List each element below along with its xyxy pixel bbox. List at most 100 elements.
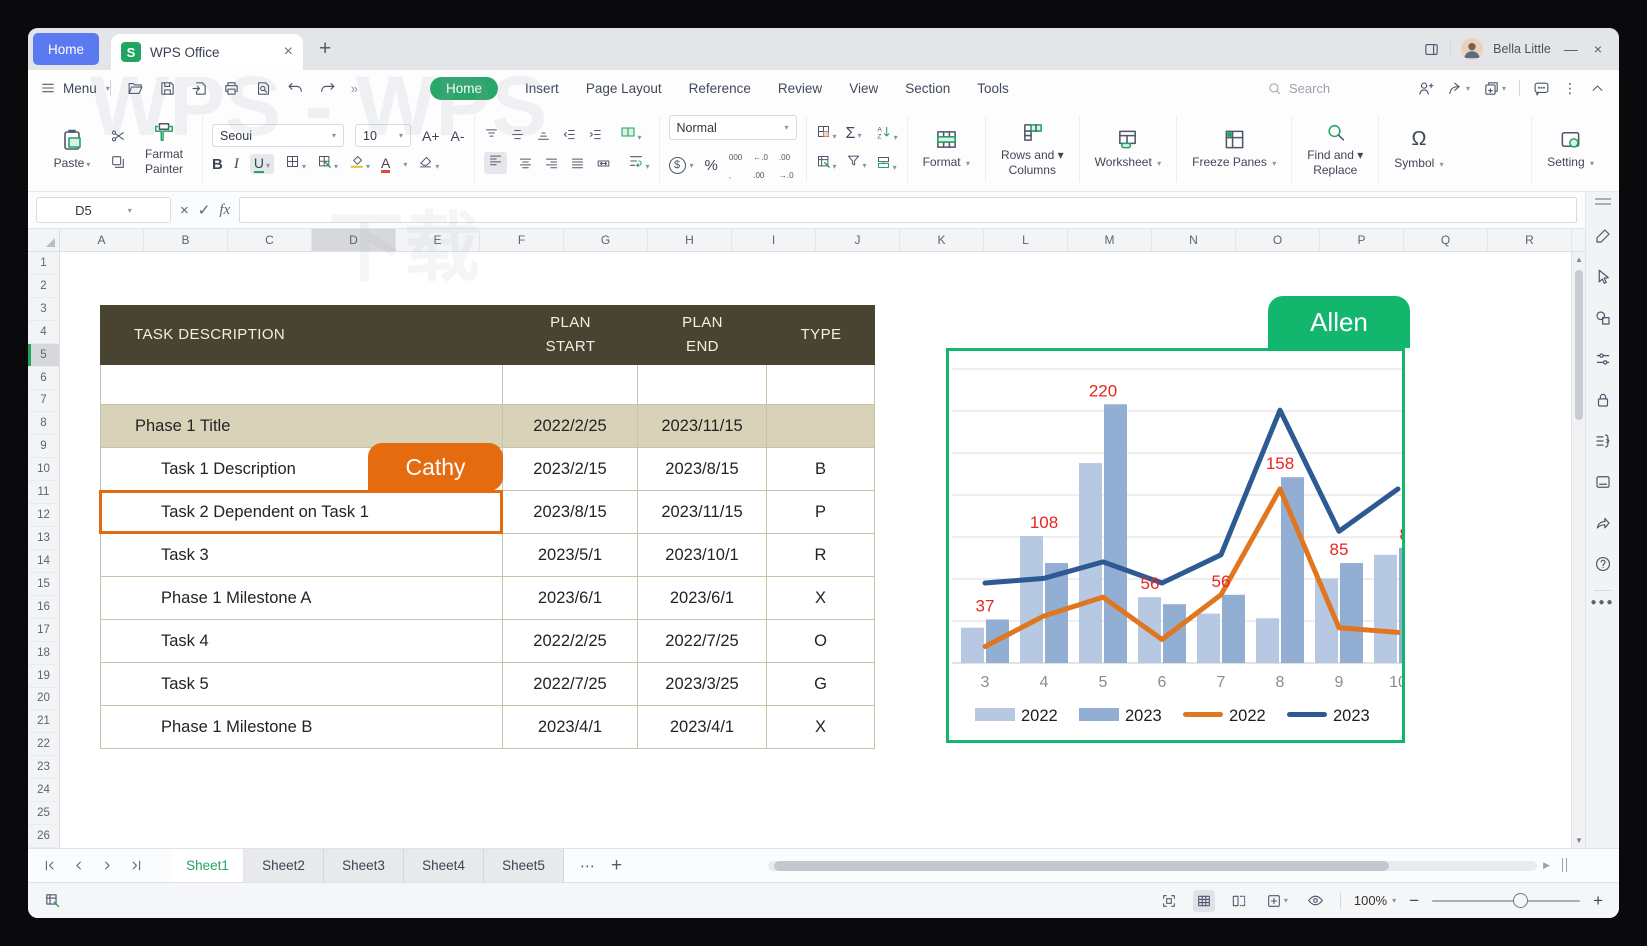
task-description-cell[interactable]: Task 3 [100,534,503,576]
column-header-B[interactable]: B [144,229,228,251]
collapse-ribbon-icon[interactable] [1590,81,1605,96]
new-tab-button[interactable]: + [319,37,331,61]
paste-button[interactable]: Paste▾ [43,128,101,171]
comment-icon[interactable] [1533,80,1550,97]
invite-user-icon[interactable] [1417,80,1434,97]
row-header-8[interactable]: 8 [28,412,59,435]
row-header-6[interactable]: 6 [28,367,59,390]
row-header-3[interactable]: 3 [28,298,59,321]
plan-start-cell[interactable]: 2022/2/25 [503,620,638,662]
column-header-G[interactable]: G [564,229,648,251]
column-header-K[interactable]: K [900,229,984,251]
currency-format-button[interactable]: $▾ [669,157,694,174]
align-left-button[interactable] [484,152,507,174]
align-center-icon[interactable] [518,156,533,171]
fill-cells-button[interactable]: ▾ [876,155,898,175]
table-row[interactable]: Phase 1 Milestone B2023/4/12023/4/1X [100,706,875,749]
setting-button[interactable]: Setting ▾ [1541,128,1600,170]
table-row[interactable]: Task 52022/7/252023/3/25G [100,663,875,706]
align-bottom-icon[interactable] [536,127,551,142]
merge-center-button[interactable]: ▾ [620,124,642,145]
font-color-button[interactable]: A [381,156,390,173]
plan-end-cell[interactable]: 2023/10/1 [638,534,767,576]
first-sheet-icon[interactable] [42,858,57,873]
minimize-window-icon[interactable]: — [1561,41,1581,57]
scroll-up-icon[interactable]: ▲ [1572,255,1585,264]
plan-end-cell[interactable]: 2023/11/15 [638,491,767,533]
column-header-C[interactable]: C [228,229,312,251]
vertical-scrollbar-thumb[interactable] [1575,270,1583,420]
zoom-out-button[interactable]: − [1409,892,1419,909]
type-cell[interactable]: B [767,448,875,490]
column-header-A[interactable]: A [60,229,144,251]
scroll-down-icon[interactable]: ▼ [1572,836,1585,845]
thousands-format-button[interactable]: 000, [729,147,742,183]
copy-icon[interactable] [110,154,126,170]
decrease-indent-icon[interactable] [562,127,577,142]
sheet-tab-sheet4[interactable]: Sheet4 [404,849,484,882]
row-header-17[interactable]: 17 [28,619,59,642]
decrease-decimal-button[interactable]: .00→.0 [779,147,794,183]
column-header-M[interactable]: M [1068,229,1152,251]
table-row[interactable]: Task 32023/5/12023/10/1R [100,534,875,577]
column-header-J[interactable]: J [816,229,900,251]
plan-start-cell[interactable]: 2023/5/1 [503,534,638,576]
cell-style-select[interactable]: Normal▾ [669,115,797,140]
menu-tab-section[interactable]: Section [905,81,950,96]
menu-tab-tools[interactable]: Tools [977,81,1009,96]
cut-icon[interactable] [110,128,126,144]
custom-view-icon[interactable]: ▾ [1263,890,1291,912]
format-painter-button[interactable]: FarmatPainter [135,121,193,177]
embedded-chart[interactable]: 3456789103710822056561588585202220232022… [946,348,1405,743]
share-button[interactable]: ▾ [1447,80,1470,97]
help-icon[interactable] [1594,555,1612,573]
type-cell[interactable]: O [767,620,875,662]
row-header-12[interactable]: 12 [28,504,59,527]
plan-end-cell[interactable]: 2023/4/1 [638,706,767,748]
avatar[interactable] [1461,38,1483,60]
decrease-font-button[interactable]: A- [451,128,465,144]
more-tools-icon[interactable]: ●●● [1590,597,1614,608]
plan-start-cell[interactable]: 2023/8/15 [503,491,638,533]
plan-end-cell[interactable]: 2023/3/25 [638,663,767,705]
plan-end-cell[interactable]: 2023/6/1 [638,577,767,619]
type-cell[interactable]: X [767,577,875,619]
row-header-1[interactable]: 1 [28,252,59,275]
italic-button[interactable]: I [234,156,239,173]
protect-sheet-icon[interactable] [1594,391,1612,409]
font-size-select[interactable]: 10▾ [355,124,411,147]
type-cell[interactable]: R [767,534,875,576]
type-cell[interactable]: X [767,706,875,748]
row-header-14[interactable]: 14 [28,550,59,573]
column-header-F[interactable]: F [480,229,564,251]
fit-screen-view-icon[interactable] [1158,890,1180,912]
zoom-slider-knob[interactable] [1513,893,1528,908]
row-header-16[interactable]: 16 [28,596,59,619]
align-middle-icon[interactable] [510,127,525,142]
row-header-9[interactable]: 9 [28,435,59,458]
spreadsheet-grid[interactable]: 1234567891011121314151617181920212223242… [28,252,1585,848]
scroll-right-icon[interactable]: ▶ [1543,860,1550,871]
task-description-cell[interactable]: Task 4 [100,620,503,662]
row-header-19[interactable]: 19 [28,665,59,688]
row-header-4[interactable]: 4 [28,321,59,344]
wrap-text-button[interactable]: ▾ [628,153,650,174]
row-header-26[interactable]: 26 [28,825,59,848]
row-header-15[interactable]: 15 [28,573,59,596]
borders-button[interactable]: ▾ [285,154,306,174]
rows-and-columns-button[interactable]: Rows and ▾Columns [995,121,1070,178]
column-header-E[interactable]: E [396,229,480,251]
menu-dropdown[interactable]: Menu ▾ [40,80,110,96]
menu-tab-reference[interactable]: Reference [689,81,751,96]
document-tab[interactable]: S WPS Office × [111,34,303,70]
row-header-24[interactable]: 24 [28,779,59,802]
print-icon[interactable] [223,80,240,97]
align-top-icon[interactable] [484,127,499,142]
zoom-slider[interactable] [1432,900,1580,902]
row-header-2[interactable]: 2 [28,275,59,298]
row-header-25[interactable]: 25 [28,802,59,825]
row-header-5[interactable]: 5 [28,344,59,367]
menu-tab-view[interactable]: View [849,81,878,96]
task-description-cell[interactable]: Phase 1 Milestone B [100,706,503,748]
conditional-format-button[interactable]: ▾ [816,124,837,144]
